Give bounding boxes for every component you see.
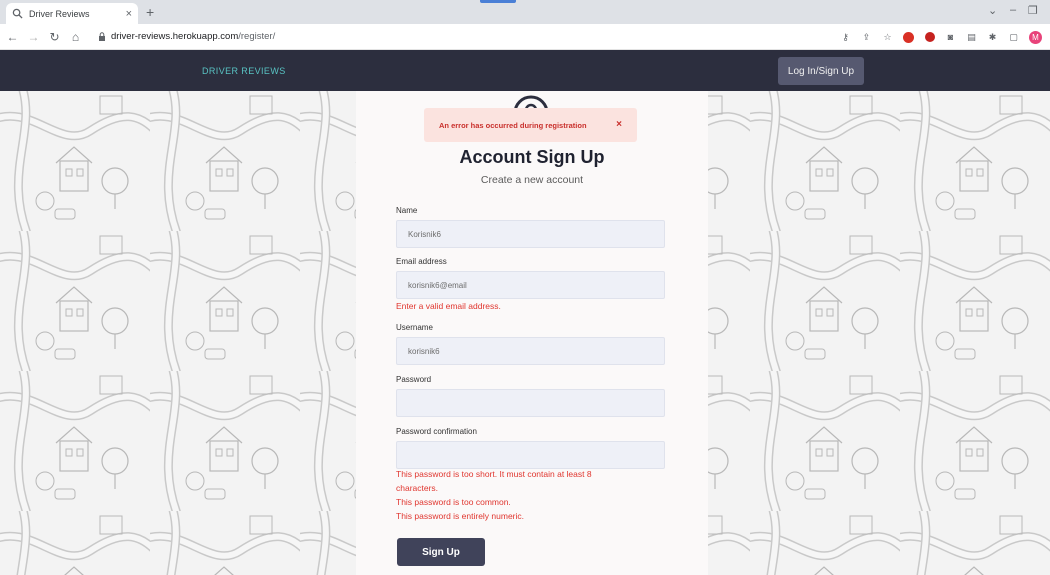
alert-message: An error has occurred during registratio… <box>439 121 587 130</box>
site-navbar: DRIVER REVIEWS <box>0 50 1050 91</box>
share-icon[interactable]: ⇪ <box>861 32 872 43</box>
tab-search-chevron-icon[interactable]: ⌄ <box>988 4 997 17</box>
alert-close-icon[interactable]: × <box>616 119 622 130</box>
sidepanel-icon[interactable]: ▢ <box>1008 32 1019 43</box>
browser-toolbar: ← → ↻ ⌂ driver-reviews.herokuapp.com/reg… <box>0 24 1050 50</box>
search-icon <box>12 8 23 19</box>
minimize-icon[interactable]: – <box>1010 4 1016 16</box>
username-field[interactable]: korisnik6 <box>396 337 665 365</box>
puzzle-icon[interactable]: ✱ <box>987 32 998 43</box>
email-error: Enter a valid email address. <box>396 301 501 311</box>
password-error: This password is too common. <box>396 497 511 507</box>
email-label: Email address <box>396 257 447 266</box>
reload-icon[interactable]: ↻ <box>46 30 63 44</box>
name-field[interactable]: Korisnik6 <box>396 220 665 248</box>
username-label: Username <box>396 323 433 332</box>
brand-link[interactable]: DRIVER REVIEWS <box>202 66 286 76</box>
password-error: characters. <box>396 483 439 493</box>
password-confirmation-label: Password confirmation <box>396 427 477 436</box>
name-label: Name <box>396 206 418 215</box>
password-field[interactable] <box>396 389 665 417</box>
url-path: /register/ <box>238 31 276 42</box>
password-confirmation-field[interactable] <box>396 441 665 469</box>
back-icon[interactable]: ← <box>4 30 21 44</box>
extension-bar: ⚷ ⇪ ☆ ◙ ▤ ✱ ▢ M <box>840 24 1042 50</box>
document-icon[interactable]: ▤ <box>966 32 977 43</box>
address-bar[interactable]: driver-reviews.herokuapp.com/register/ <box>111 31 275 42</box>
password-error: This password is too short. It must cont… <box>396 469 592 479</box>
email-field[interactable]: korisnik6@email <box>396 271 665 299</box>
browser-tab[interactable]: Driver Reviews × <box>6 3 138 24</box>
extension-icon[interactable] <box>924 32 935 43</box>
key-icon[interactable]: ⚷ <box>840 32 851 43</box>
error-alert: An error has occurred during registratio… <box>424 108 637 142</box>
tab-close-icon[interactable]: × <box>126 8 132 20</box>
restore-icon[interactable]: ❐ <box>1028 4 1038 17</box>
password-error: This password is entirely numeric. <box>396 511 525 521</box>
browser-tab-bar: Driver Reviews × + ⌄ – ❐ <box>0 0 1050 24</box>
signup-panel: An error has occurred during registratio… <box>356 91 708 575</box>
page-subtitle: Create a new account <box>480 174 584 186</box>
password-label: Password <box>396 375 432 384</box>
sign-up-button[interactable]: Sign Up <box>397 538 485 566</box>
star-icon[interactable]: ☆ <box>882 32 893 43</box>
new-tab-button[interactable]: + <box>146 4 154 20</box>
camera-icon[interactable]: ◙ <box>945 32 956 43</box>
forward-icon[interactable]: → <box>25 30 42 44</box>
url-host: driver-reviews.herokuapp.com <box>111 31 239 42</box>
login-signup-button[interactable]: Log In/Sign Up <box>778 57 864 85</box>
tab-strip-indicator <box>480 0 516 3</box>
profile-avatar[interactable]: M <box>1029 30 1042 44</box>
tab-title: Driver Reviews <box>29 8 90 19</box>
adblock-icon[interactable] <box>903 31 914 43</box>
lock-icon[interactable] <box>98 32 106 41</box>
home-icon[interactable]: ⌂ <box>67 30 84 44</box>
page-title: Account Sign Up <box>459 147 605 167</box>
